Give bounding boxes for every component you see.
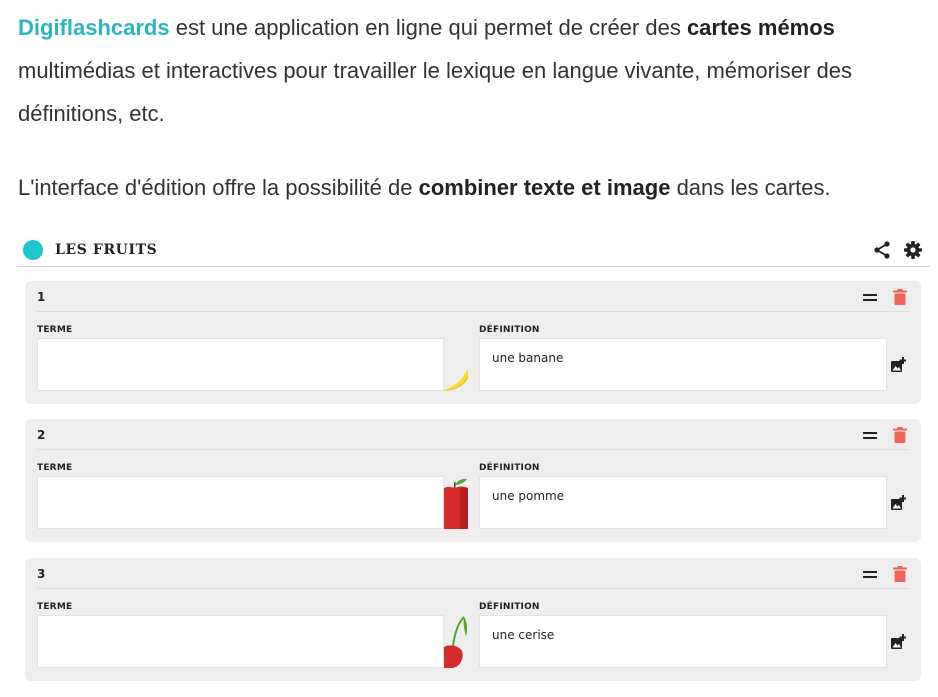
card-divider bbox=[37, 311, 909, 312]
delete-icon[interactable] bbox=[893, 289, 907, 305]
definition-label: DÉFINITION bbox=[479, 463, 540, 473]
app-header: LES FRUITS bbox=[17, 232, 930, 267]
add-image-icon[interactable] bbox=[890, 357, 906, 373]
term-input[interactable] bbox=[37, 338, 444, 391]
term-label: TERME bbox=[37, 325, 73, 335]
card-divider bbox=[37, 588, 909, 589]
drag-handle-icon[interactable] bbox=[863, 571, 877, 579]
intro-text-b: multimédias et interactives pour travail… bbox=[18, 58, 852, 126]
intro-strong-2: combiner texte et image bbox=[418, 175, 671, 200]
share-icon[interactable] bbox=[872, 240, 892, 260]
flashcard-3: 3 TERME DÉFINITION une cerise bbox=[25, 558, 921, 681]
add-image-icon[interactable] bbox=[890, 634, 906, 650]
flashcard-2: 2 TERME DÉFINITION une pomme bbox=[25, 419, 921, 542]
card-divider bbox=[37, 449, 909, 450]
intro-strong-1: cartes mémos bbox=[686, 15, 835, 40]
cherry-image[interactable] bbox=[444, 615, 468, 668]
definition-input[interactable]: une banane bbox=[479, 338, 887, 391]
term-input[interactable] bbox=[37, 476, 444, 529]
color-dot-icon[interactable] bbox=[23, 240, 43, 260]
drag-handle-icon[interactable] bbox=[863, 432, 877, 440]
apple-image[interactable] bbox=[444, 476, 468, 529]
flashcard-1: 1 TERME DÉFINITION une banane bbox=[25, 281, 921, 404]
add-image-icon[interactable] bbox=[890, 495, 906, 511]
card-number: 3 bbox=[37, 567, 46, 581]
intro-paragraph-1: Digiflashcards est une application en li… bbox=[18, 6, 933, 135]
intro-text-a: est une application en ligne qui permet … bbox=[169, 15, 687, 40]
term-label: TERME bbox=[37, 602, 73, 612]
delete-icon[interactable] bbox=[893, 427, 907, 443]
card-number: 2 bbox=[37, 428, 46, 442]
brand-link[interactable]: Digiflashcards bbox=[18, 15, 170, 40]
banana-image[interactable] bbox=[444, 338, 468, 391]
intro-text: Digiflashcards est une application en li… bbox=[18, 6, 933, 209]
term-label: TERME bbox=[37, 463, 73, 473]
drag-handle-icon[interactable] bbox=[863, 294, 877, 302]
definition-input[interactable]: une pomme bbox=[479, 476, 887, 529]
card-number: 1 bbox=[37, 290, 46, 304]
app-title[interactable]: LES FRUITS bbox=[55, 242, 157, 258]
delete-icon[interactable] bbox=[893, 566, 907, 582]
intro-paragraph-2: L'interface d'édition offre la possibili… bbox=[18, 166, 933, 209]
definition-input[interactable]: une cerise bbox=[479, 615, 887, 668]
definition-label: DÉFINITION bbox=[479, 602, 540, 612]
gear-icon[interactable] bbox=[903, 240, 923, 260]
intro-text-c: L'interface d'édition offre la possibili… bbox=[18, 175, 419, 200]
term-input[interactable] bbox=[37, 615, 444, 668]
definition-label: DÉFINITION bbox=[479, 325, 540, 335]
intro-text-d: dans les cartes. bbox=[670, 175, 831, 200]
